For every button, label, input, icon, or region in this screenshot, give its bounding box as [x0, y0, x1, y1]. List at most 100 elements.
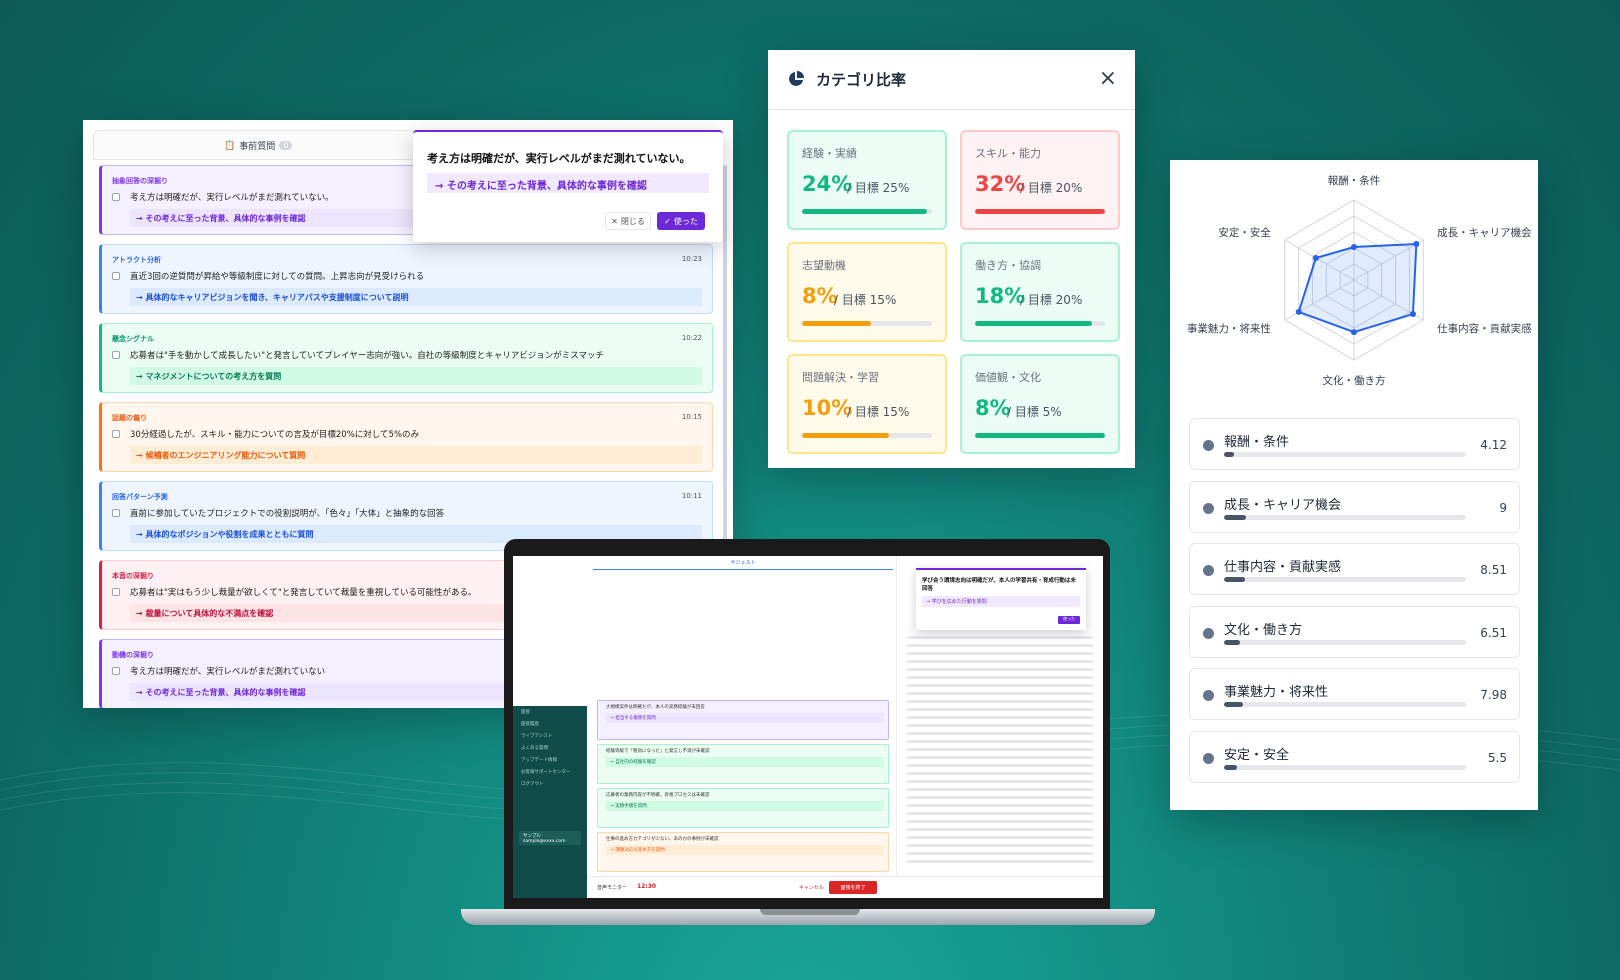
card-tag: アトラクト分析 [112, 256, 161, 264]
category-value: 18% [975, 284, 1026, 308]
category-goal: / 目標 15% [847, 405, 910, 419]
laptop-card-suggestion: → 課題対応の進め方を質問 [606, 845, 884, 855]
card-question: 応募者は"手を動かして成長したい"と発言していてプレイヤー志向が強い。自社の等級… [130, 351, 605, 361]
radar-label: 事業魅力・将来性 [1187, 322, 1271, 335]
category-progress-fill [975, 209, 1105, 214]
category-goal: / 目標 20% [1020, 293, 1083, 307]
laptop-suggestion-card[interactable]: 仕事の進め方カテゴリが少ない。あのかの事例が未確認 → 課題対応の進め方を質問 [597, 832, 889, 872]
tab-suggest[interactable]: サジェスト [593, 556, 893, 570]
close-button-label: 閉じる [620, 216, 645, 226]
score-name: 安定・安全 [1224, 747, 1290, 763]
laptop-used-button[interactable]: 使った [1058, 616, 1080, 624]
close-icon: ✕ [611, 216, 618, 226]
card-time: 10:22 [681, 334, 702, 342]
suggestion-card[interactable]: アトラクト分析 10:23 直近3回の逆質問が昇給や等級制度に対しての質問。上昇志向… [99, 244, 713, 314]
laptop-suggest-column: サジェスト 大規模案件は明確だが、本人の実務経験が未回答 → 担当する業務を質問経… [593, 556, 893, 876]
radar-label: 成長・キャリア機会 [1437, 226, 1532, 239]
score-fill [1224, 452, 1234, 457]
score-name: 成長・キャリア機会 [1224, 497, 1342, 513]
tab-pre-questions[interactable]: 📋 事前質問 0 [224, 139, 293, 152]
radar-point [1351, 244, 1357, 251]
score-panel: 報酬・条件 成長・キャリア機会 仕事内容・貢献実感 文化・働き方 事業魅力・将来性 安定・… [1170, 160, 1538, 810]
card-time: 10:11 [681, 492, 702, 500]
score-fill [1224, 702, 1244, 707]
user-profile[interactable]: サンプル sample@xxxx.com [519, 831, 581, 845]
recording-bar: 音声モニター 12:30 キャンセル 面接を終了 [587, 876, 1103, 898]
card-tag: 回答パターン予測 [112, 493, 168, 501]
category-progress-fill [802, 433, 890, 438]
card-checkbox[interactable] [112, 351, 120, 359]
sidebar-item[interactable]: 面接履歴 [513, 718, 587, 730]
end-interview-button[interactable]: 面接を終了 [829, 881, 877, 894]
category-ratio-modal: カテゴリ比率 × 経験・実績 24% / 目標 25% スキル・能力 32% / 目標 2… [768, 50, 1135, 468]
suggestion-card[interactable]: 懸念シグナル 10:22 応募者は"手を動かして成長したい"と発言していてプレイヤー… [99, 323, 713, 393]
laptop-suggestion-card[interactable]: 大規模案件は明確だが、本人の実務経験が未回答 → 担当する業務を質問 [597, 700, 889, 740]
card-question: 直前に参加していたプロジェクトでの役割説明が、「色々」「大体」と抽象的な回答 [130, 509, 445, 519]
score-row: 事業魅力・将来性 7.98 [1189, 668, 1520, 720]
category-value: 8% [802, 284, 838, 308]
close-button[interactable]: ✕ 閉じる [605, 212, 651, 230]
score-value: 9 [1499, 500, 1507, 515]
category-value: 24% [802, 172, 853, 196]
category-card: 価値観・文化 8% / 目標 5% [960, 354, 1120, 454]
score-name: 事業魅力・将来性 [1224, 685, 1329, 700]
radar-label: 安定・安全 [1218, 226, 1271, 239]
card-checkbox[interactable] [112, 509, 120, 517]
pie-chart-icon [789, 71, 804, 86]
popover-suggestion: → その考えに至った背景、具体的な事例を確認 [427, 173, 709, 193]
sidebar-item[interactable]: お客様サポートセンター [513, 766, 587, 778]
modal-header: カテゴリ比率 × [768, 50, 1135, 110]
score-value: 8.51 [1480, 563, 1507, 577]
card-suggestion[interactable]: → マネジメントについての考え方を質問 [130, 367, 702, 385]
category-progress-fill [975, 321, 1092, 326]
check-icon: ✓ [664, 216, 671, 226]
radar-label: 文化・働き方 [1323, 374, 1386, 387]
score-dot [1203, 627, 1214, 639]
radar-label: 仕事内容・貢献実感 [1437, 322, 1532, 335]
card-tag: 話題の偏り [112, 414, 147, 422]
card-checkbox[interactable] [112, 272, 120, 280]
laptop-suggestion-card[interactable]: 応募者の業務内容が不明確。昇格プロセスは未確認 → 実務手順を質問 [597, 788, 889, 828]
category-card: 問題解決・学習 10% / 目標 15% [787, 354, 947, 454]
card-checkbox[interactable] [112, 193, 120, 201]
radar-point [1413, 241, 1420, 247]
close-icon[interactable]: × [1099, 66, 1117, 91]
score-track [1224, 764, 1466, 770]
score-track [1224, 702, 1466, 707]
score-track [1224, 577, 1466, 582]
category-card: 経験・実績 24% / 目標 25% [787, 130, 947, 230]
score-row: 仕事内容・貢献実感 8.51 [1189, 543, 1520, 595]
laptop-suggestion-card[interactable]: 経験等級で「税効になった」と発言し不満が未確認 → 自社内の経験を確認 [597, 744, 889, 784]
radar-point [1312, 255, 1319, 261]
sidebar-item[interactable]: ログアウト [513, 778, 587, 790]
category-value: 8% [975, 396, 1011, 420]
laptop-popover-title: 学び合う環境志向は明確だが、本人の学習共有・育成行動は未回答 [922, 578, 1076, 592]
category-label: 価値観・文化 [975, 371, 1041, 384]
category-progress-fill [975, 433, 1105, 438]
score-value: 4.12 [1480, 438, 1507, 452]
laptop-screen: 面接 面接履歴 ライブアシスト よくある質問 アップデート情報 お客様サポートセンター ログ… [513, 556, 1103, 898]
card-tag: 本音の深掘り [112, 572, 154, 580]
laptop-card-text: 応募者の業務内容が不明確。昇格プロセスは未確認 [606, 793, 710, 798]
card-checkbox[interactable] [112, 588, 120, 596]
card-checkbox[interactable] [112, 430, 120, 438]
audio-monitor-label[interactable]: 音声モニター [597, 884, 627, 891]
card-tag: 懸念シグナル [112, 335, 154, 343]
card-suggestion[interactable]: → 具体的なキャリアビジョンを聞き、キャリアパスや支援制度について説明 [130, 288, 702, 306]
card-checkbox[interactable] [112, 667, 120, 675]
card-suggestion[interactable]: → 候補者のエンジニアリング能力について質問 [130, 446, 702, 464]
sidebar-item[interactable]: よくある質問 [513, 742, 587, 754]
score-row: 報酬・条件 4.12 [1189, 418, 1520, 470]
score-row: 成長・キャリア機会 9 [1189, 480, 1520, 533]
sidebar-item[interactable]: アップデート情報 [513, 754, 587, 766]
sidebar-item[interactable]: 面接 [513, 706, 587, 718]
cancel-button[interactable]: キャンセル [799, 884, 824, 891]
radar-point [1409, 311, 1416, 318]
recording-timer: 12:30 [637, 883, 657, 890]
score-row: 文化・働き方 6.51 [1189, 605, 1520, 658]
sidebar-item[interactable]: ライブアシスト [513, 730, 587, 742]
score-track [1224, 514, 1466, 520]
used-button[interactable]: ✓ 使った [657, 212, 705, 230]
category-card: 働き方・協調 18% / 目標 20% [960, 242, 1120, 342]
suggestion-card[interactable]: 話題の偏り 10:15 30分経過したが、スキル・能力についての言及が目標20%に対… [99, 402, 713, 472]
